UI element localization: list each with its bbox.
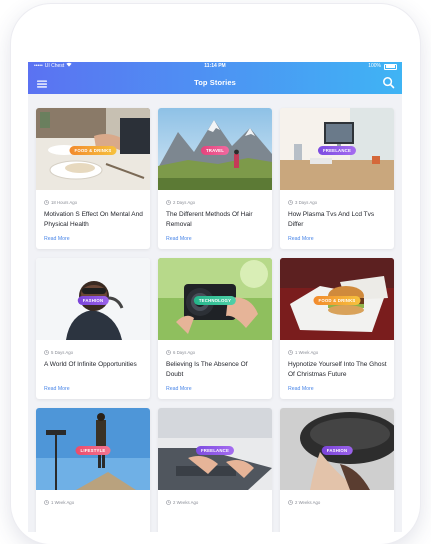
page-title: Top Stories — [194, 78, 236, 87]
category-badge: FOOD & DRINKS — [313, 296, 361, 305]
status-bar: ••••• UI Chest 11:14 PM 100% — [28, 62, 402, 71]
read-more-link[interactable]: Read More — [166, 386, 192, 392]
story-time: 3 Days Ago — [295, 200, 317, 205]
search-icon[interactable] — [382, 76, 395, 89]
story-title[interactable]: How Plasma Tvs And Lcd Tvs Differ — [288, 210, 388, 230]
story-card[interactable]: TECHNOLOGY 6 Days Ago Believing Is The A… — [158, 258, 272, 399]
clock-icon — [166, 200, 171, 205]
status-time: 11:14 PM — [204, 63, 226, 69]
story-time: 5 Days Ago — [51, 350, 73, 355]
app-header: ••••• UI Chest 11:14 PM 100% Top Stories — [28, 62, 402, 94]
story-title[interactable]: Hypnotize Yourself Into The Ghost Of Chr… — [288, 360, 388, 380]
story-time: 2 Days Ago — [173, 200, 195, 205]
battery-icon — [384, 63, 397, 70]
clock-icon — [288, 350, 293, 355]
story-card[interactable]: FOOD & DRINKS 1 Week Ago Hypnotize Yours… — [280, 258, 394, 399]
story-time: 2 Weeks Ago — [295, 500, 321, 505]
story-title[interactable]: A World Of Infinite Opportunities — [44, 360, 144, 370]
story-card[interactable]: FREELANCE 3 Days Ago How Plasma Tvs And … — [280, 108, 394, 249]
category-badge: LIFESTYLE — [75, 446, 111, 455]
read-more-link[interactable]: Read More — [44, 236, 70, 242]
story-meta: 18 Hours Ago — [44, 200, 77, 205]
clock-icon — [44, 200, 49, 205]
story-time: 1 Week Ago — [51, 500, 75, 505]
status-right: 100% — [368, 62, 397, 71]
clock-icon — [166, 350, 171, 355]
story-time: 2 Weeks Ago — [173, 500, 199, 505]
story-card[interactable]: FREELANCE 2 Weeks Ago — [158, 408, 272, 532]
story-meta: 3 Days Ago — [288, 200, 317, 205]
story-title[interactable]: Believing Is The Absence Of Doubt — [166, 360, 266, 380]
story-meta: 2 Days Ago — [166, 200, 195, 205]
category-badge: FASHION — [77, 296, 109, 305]
story-card[interactable]: FOOD & DRINKS 18 Hours Ago Motivation S … — [36, 108, 150, 249]
nav-row: Top Stories — [28, 75, 402, 91]
story-time: 1 Week Ago — [295, 350, 319, 355]
story-card[interactable]: TRAVEL 2 Days Ago The Different Methods … — [158, 108, 272, 249]
app-screen: ••••• UI Chest 11:14 PM 100% Top Stories… — [28, 62, 402, 532]
story-time: 18 Hours Ago — [51, 200, 78, 205]
story-title[interactable]: The Different Methods Of Hair Removal — [166, 210, 266, 230]
read-more-link[interactable]: Read More — [288, 236, 314, 242]
story-card[interactable]: FASHION 2 Weeks Ago — [280, 408, 394, 532]
read-more-link[interactable]: Read More — [166, 236, 192, 242]
category-badge: FOOD & DRINKS — [69, 146, 117, 155]
story-title[interactable]: Motivation S Effect On Mental And Physic… — [44, 210, 144, 230]
story-meta: 1 Week Ago — [44, 500, 74, 505]
story-meta: 2 Weeks Ago — [166, 500, 198, 505]
read-more-link[interactable]: Read More — [288, 386, 314, 392]
category-badge: TECHNOLOGY — [193, 296, 237, 305]
read-more-link[interactable]: Read More — [44, 386, 70, 392]
battery-percent: 100% — [368, 63, 381, 69]
story-card[interactable]: LIFESTYLE 1 Week Ago — [36, 408, 150, 532]
clock-icon — [166, 500, 171, 505]
clock-icon — [44, 500, 49, 505]
story-meta: 6 Days Ago — [166, 350, 195, 355]
category-badge: FASHION — [321, 446, 353, 455]
story-meta: 5 Days Ago — [44, 350, 73, 355]
story-card[interactable]: FASHION 5 Days Ago A World Of Infinite O… — [36, 258, 150, 399]
story-meta: 2 Weeks Ago — [288, 500, 320, 505]
clock-icon — [44, 350, 49, 355]
story-meta: 1 Week Ago — [288, 350, 318, 355]
category-badge: FREELANCE — [317, 146, 357, 155]
clock-icon — [288, 200, 293, 205]
category-badge: FREELANCE — [195, 446, 235, 455]
category-badge: TRAVEL — [200, 146, 230, 155]
clock-icon — [288, 500, 293, 505]
story-time: 6 Days Ago — [173, 350, 195, 355]
